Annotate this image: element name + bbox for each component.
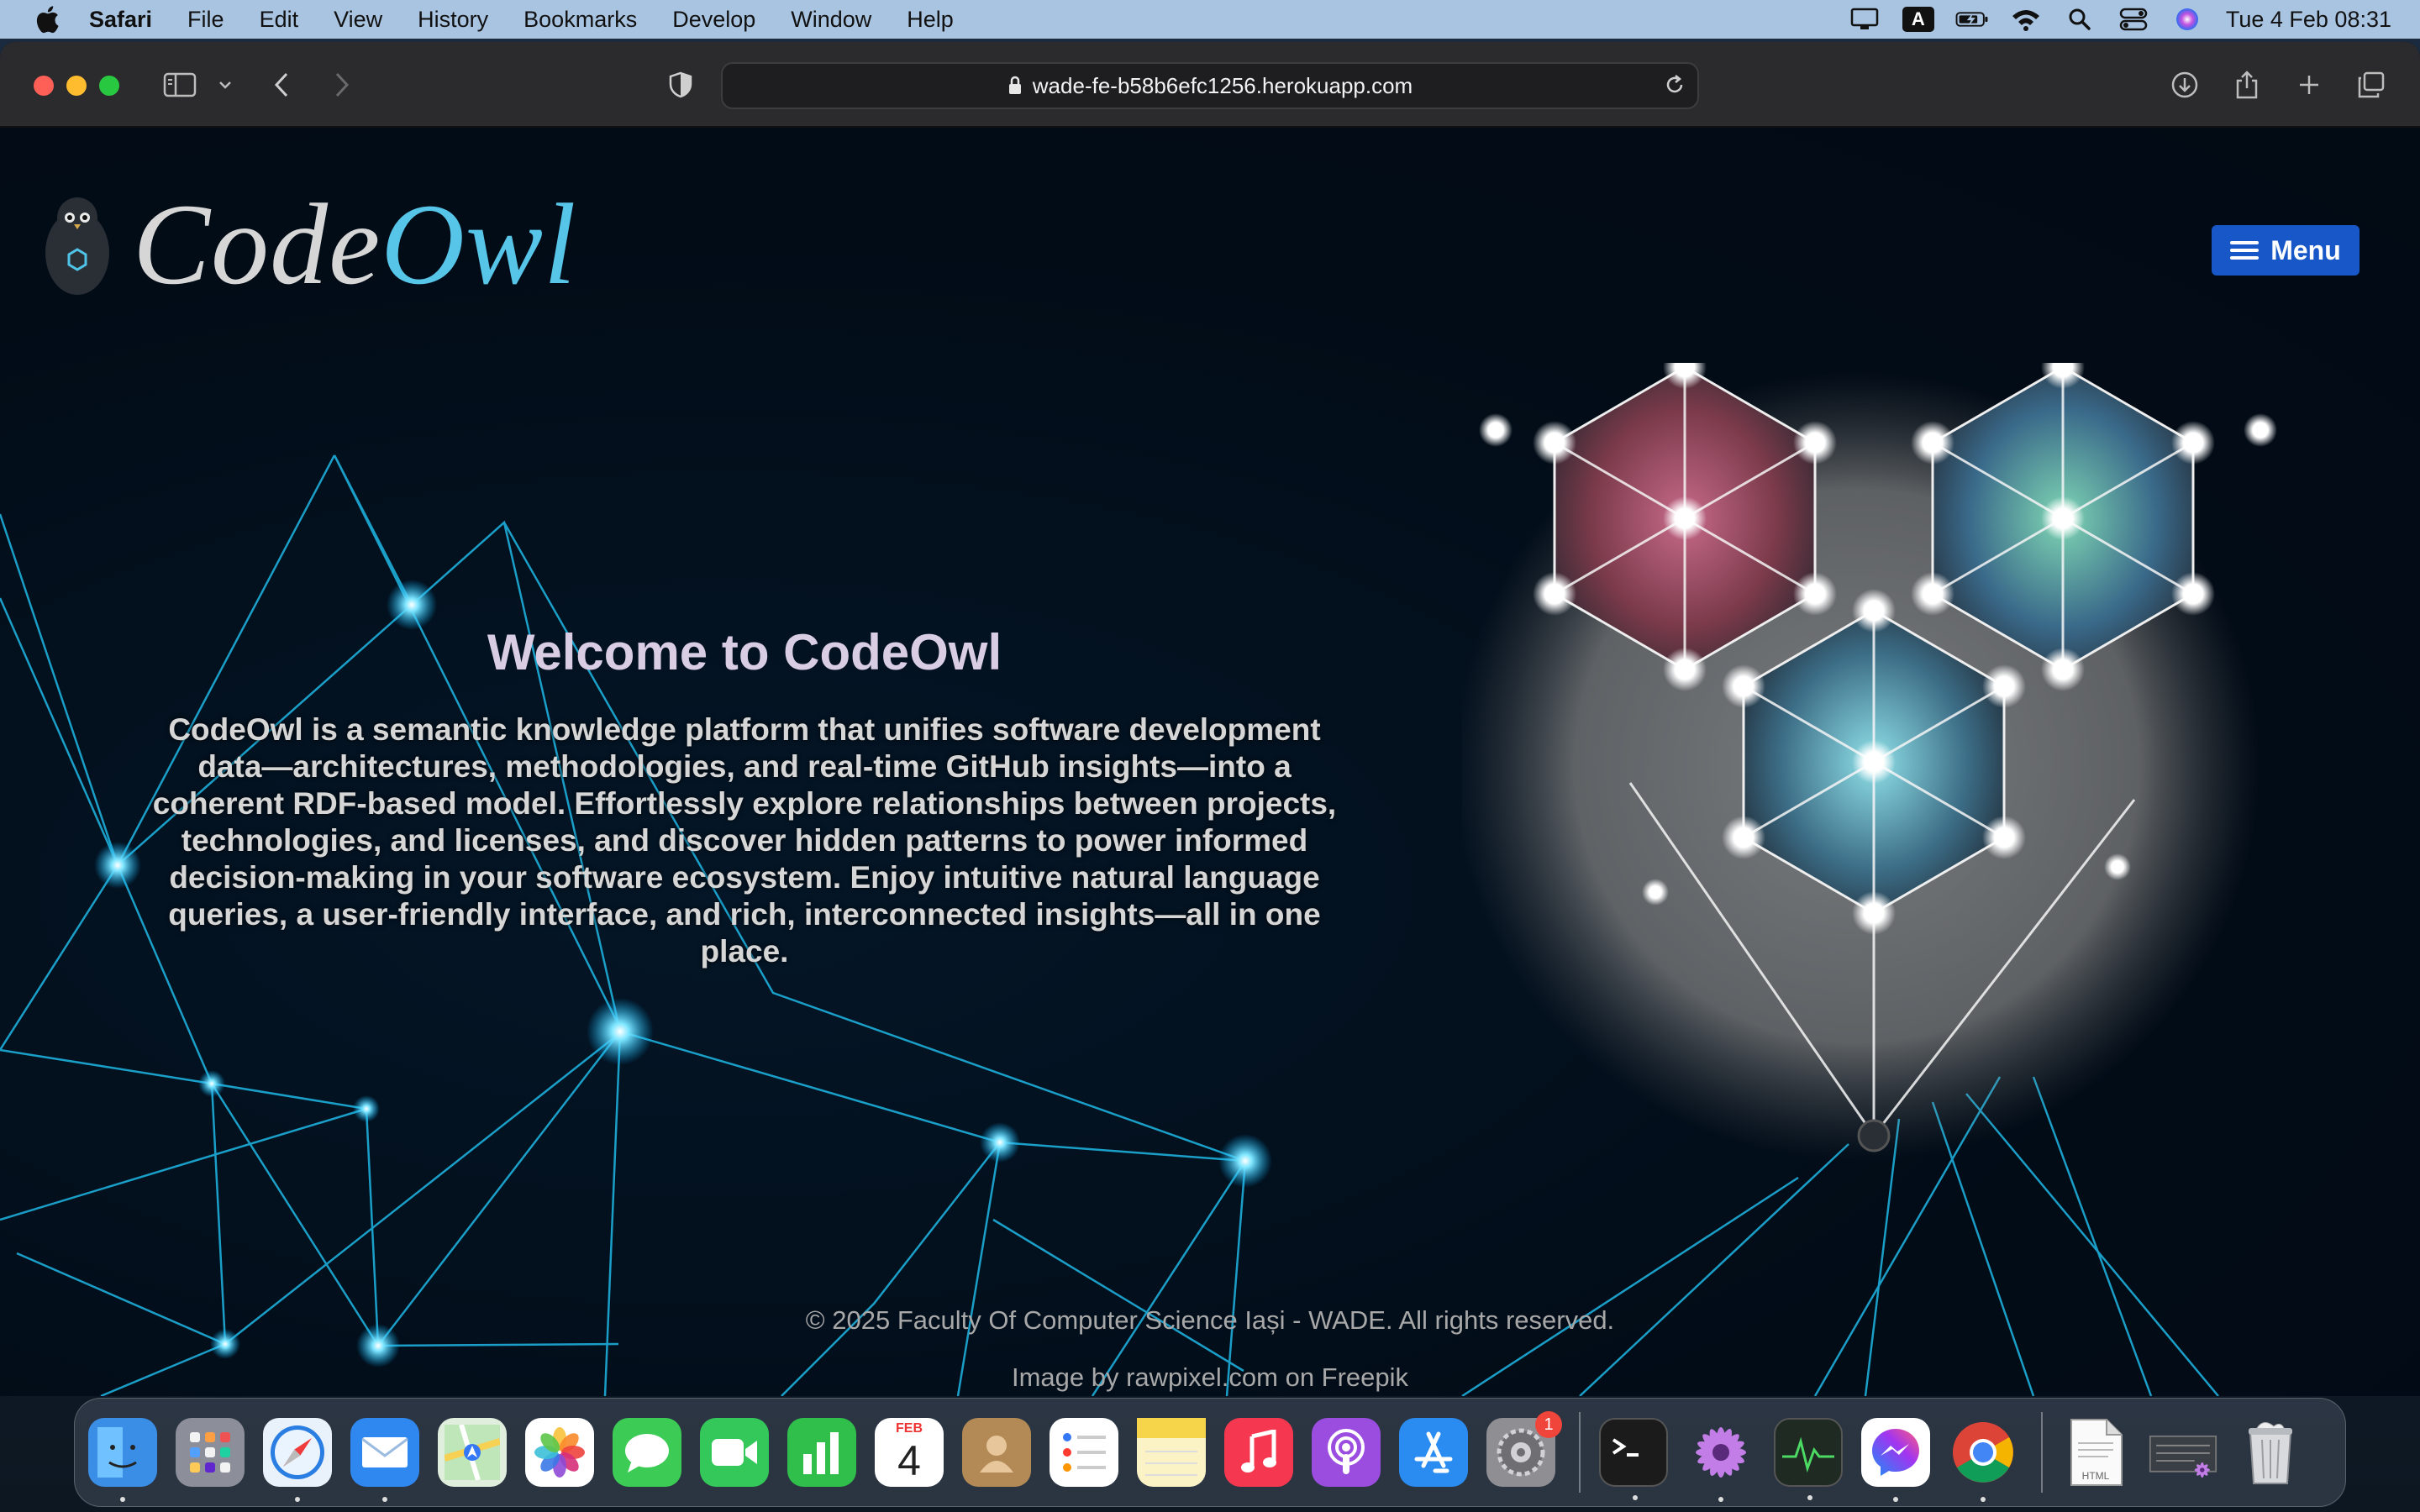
control-center-icon[interactable] [2117, 7, 2150, 32]
dock-flower-app-icon[interactable] [1686, 1418, 1755, 1502]
menu-view[interactable]: View [334, 7, 382, 33]
dock-app-store-icon[interactable] [1399, 1418, 1468, 1487]
dock: FEB 4 1 HTML [74, 1398, 2346, 1507]
dock-trash-icon[interactable] [2236, 1418, 2305, 1487]
back-icon[interactable] [267, 66, 296, 104]
battery-icon[interactable] [1955, 7, 1989, 32]
dock-launchpad-icon[interactable] [176, 1418, 245, 1487]
dock-notes-icon[interactable] [1137, 1418, 1206, 1487]
footer-image-credit[interactable]: Image by rawpixel.com on Freepik [0, 1362, 2420, 1393]
menu-history[interactable]: History [418, 7, 488, 33]
share-icon[interactable] [2230, 66, 2264, 104]
browser-window: wade-fe-b58b6efc1256.herokuapp.com CodeO… [0, 42, 2420, 1396]
dock-messages-icon[interactable] [613, 1418, 681, 1487]
dock-html-document-icon[interactable]: HTML [2061, 1418, 2130, 1487]
hero-title: Welcome to CodeOwl [487, 624, 1002, 680]
browser-toolbar: wade-fe-b58b6efc1256.herokuapp.com [0, 42, 2420, 128]
owl-logo-icon [45, 197, 109, 295]
hexagon-network-illustration [1462, 363, 2277, 1161]
dock-separator [1579, 1412, 1581, 1493]
dock-music-icon[interactable] [1224, 1418, 1293, 1487]
dock-system-settings-icon[interactable]: 1 [1486, 1411, 1562, 1487]
menu-button-label: Menu [2270, 234, 2341, 265]
reload-icon[interactable] [1664, 74, 1686, 96]
notification-badge: 1 [1535, 1411, 1562, 1438]
dock-calendar-icon[interactable]: FEB 4 [875, 1418, 944, 1487]
wifi-icon[interactable] [2009, 7, 2043, 32]
display-icon[interactable] [1848, 7, 1881, 32]
chevron-down-icon[interactable] [215, 66, 235, 104]
privacy-shield-icon[interactable] [664, 66, 697, 104]
logo-text-code: Code [133, 180, 381, 308]
dock-maps-icon[interactable] [438, 1418, 507, 1487]
running-indicator [1718, 1497, 1723, 1502]
dock-activity-monitor-icon[interactable] [1774, 1418, 1843, 1500]
running-indicator [382, 1497, 387, 1502]
dock-contacts-icon[interactable] [962, 1418, 1031, 1487]
running-indicator [295, 1497, 300, 1502]
dock-terminal-icon[interactable] [1599, 1418, 1668, 1500]
dock-photos-icon[interactable] [525, 1418, 594, 1487]
menu-bar: Safari File Edit View History Bookmarks … [0, 0, 2420, 39]
dock-podcasts-icon[interactable] [1312, 1418, 1381, 1487]
web-page: CodeOwl Menu Welcome to CodeOwl CodeOwl … [0, 128, 2420, 1396]
calendar-month: FEB [896, 1421, 923, 1436]
new-tab-icon[interactable] [2292, 66, 2326, 104]
menu-develop[interactable]: Develop [672, 7, 755, 33]
running-indicator [1893, 1497, 1898, 1502]
address-bar[interactable]: wade-fe-b58b6efc1256.herokuapp.com [721, 62, 1699, 109]
dock-chrome-icon[interactable] [1949, 1418, 2018, 1502]
lock-icon [1007, 76, 1023, 96]
dock-facetime-icon[interactable] [700, 1418, 769, 1487]
menu-edit[interactable]: Edit [260, 7, 299, 33]
menu-bookmarks[interactable]: Bookmarks [523, 7, 637, 33]
dock-reminders-icon[interactable] [1050, 1418, 1118, 1487]
running-indicator [1807, 1495, 1812, 1500]
fullscreen-window-button[interactable] [99, 76, 119, 96]
dock-messenger-icon[interactable] [1861, 1418, 1930, 1502]
html-document-label: HTML [2081, 1470, 2110, 1482]
close-window-button[interactable] [34, 76, 54, 96]
keyboard-input-label: A [1902, 7, 1934, 32]
dock-separator [2041, 1412, 2043, 1493]
apple-icon[interactable] [30, 3, 64, 36]
tab-overview-icon[interactable] [2354, 66, 2388, 104]
menu-window[interactable]: Window [791, 7, 871, 33]
minimize-window-button[interactable] [66, 76, 87, 96]
dock-mail-icon[interactable] [350, 1418, 419, 1502]
sidebar-toggle-icon[interactable] [161, 66, 198, 104]
site-logo[interactable]: CodeOwl [44, 186, 576, 302]
dock-safari-icon[interactable] [263, 1418, 332, 1502]
keyboard-input-icon[interactable]: A [1902, 7, 1935, 32]
hamburger-icon [2230, 239, 2260, 261]
dock-numbers-icon[interactable] [787, 1418, 856, 1487]
url-text: wade-fe-b58b6efc1256.herokuapp.com [1032, 72, 1413, 98]
menu-file[interactable]: File [187, 7, 224, 33]
dock-downloads-stack-icon[interactable] [2149, 1418, 2217, 1487]
logo-text-owl: Owl [381, 180, 577, 308]
menu-help[interactable]: Help [907, 7, 954, 33]
downloads-icon[interactable] [2168, 66, 2202, 104]
siri-icon[interactable] [2170, 7, 2204, 32]
calendar-day: 4 [897, 1437, 921, 1484]
hero-section: Welcome to CodeOwl CodeOwl is a semantic… [134, 623, 1355, 970]
running-indicator [1633, 1495, 1638, 1500]
site-wordmark: CodeOwl [133, 186, 576, 302]
hero-description: CodeOwl is a semantic knowledge platform… [152, 712, 1337, 969]
menu-button[interactable]: Menu [2212, 225, 2360, 276]
forward-icon[interactable] [328, 66, 356, 104]
dock-finder-icon[interactable] [88, 1418, 157, 1502]
running-indicator [120, 1497, 125, 1502]
menu-app-name[interactable]: Safari [89, 7, 152, 33]
spotlight-search-icon[interactable] [2063, 7, 2096, 32]
running-indicator [1981, 1497, 1986, 1502]
footer-copyright: © 2025 Faculty Of Computer Science Iași … [805, 1305, 1615, 1335]
menu-bar-clock[interactable]: Tue 4 Feb 08:31 [2226, 7, 2391, 33]
